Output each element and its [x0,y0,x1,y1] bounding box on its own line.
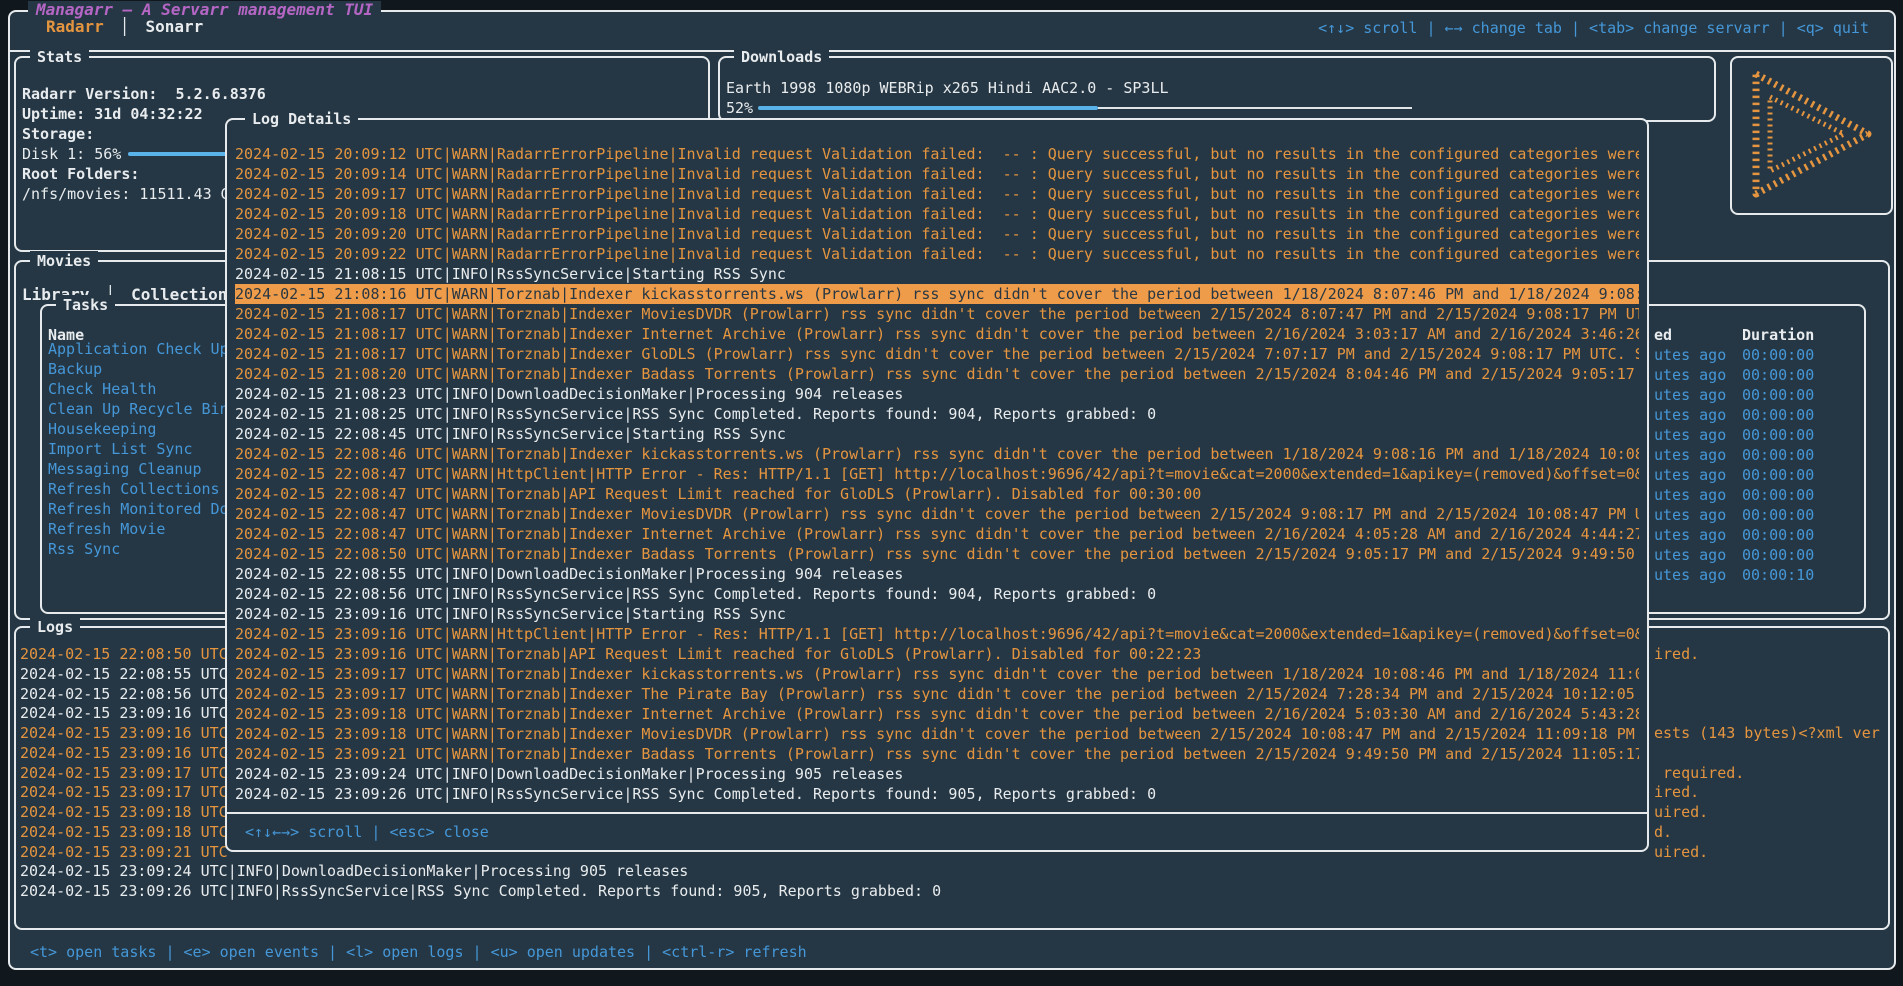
log-right-fragments: ired. ests (143 bytes)<?xml ver required.… [1654,645,1884,862]
task-times-row: utes ago00:00:00 [1654,345,1864,365]
modal-keybindings: <↑↓←→> scroll | <esc> close [245,822,845,842]
log-detail-line[interactable]: 2024-02-15 21:08:16 UTC|WARN|Torznab|Ind… [235,284,1639,304]
log-detail-line[interactable]: 2024-02-15 20:09:17 UTC|WARN|RadarrError… [235,184,1639,204]
tasks-executed-header: ed [1654,325,1714,345]
log-detail-line[interactable]: 2024-02-15 22:08:47 UTC|WARN|Torznab|API… [235,484,1639,504]
tasks-duration-header: Duration [1742,325,1852,345]
log-detail-line[interactable]: 2024-02-15 22:08:47 UTC|WARN|HttpClient|… [235,464,1639,484]
movies-title: Movies [30,251,98,271]
log-detail-line[interactable]: 2024-02-15 23:09:16 UTC|WARN|HttpClient|… [235,624,1639,644]
log-detail-line[interactable]: 2024-02-15 23:09:16 UTC|WARN|Torznab|API… [235,644,1639,664]
log-detail-line[interactable]: 2024-02-15 21:08:20 UTC|WARN|Torznab|Ind… [235,364,1639,384]
log-entry-fragment: uired. [1654,843,1884,863]
task-times-list: utes ago00:00:00utes ago00:00:00utes ago… [1654,345,1864,585]
log-entry-fragment [1654,665,1884,685]
managarr-logo [1746,69,1878,201]
log-detail-line[interactable]: 2024-02-15 21:08:15 UTC|INFO|RssSyncServ… [235,264,1639,284]
log-detail-line[interactable]: 2024-02-15 23:09:21 UTC|WARN|Torznab|Ind… [235,744,1639,764]
log-detail-line[interactable]: 2024-02-15 20:09:14 UTC|WARN|RadarrError… [235,164,1639,184]
log-detail-line[interactable]: 2024-02-15 22:08:47 UTC|WARN|Torznab|Ind… [235,524,1639,544]
tab-separator: │ [120,16,130,38]
log-entry-fragment [1654,744,1884,764]
log-detail-line[interactable]: 2024-02-15 21:08:17 UTC|WARN|Torznab|Ind… [235,324,1639,344]
log-details-title: Log Details [245,109,358,129]
download-progress-rest [1098,107,1412,109]
task-times-row: utes ago00:00:00 [1654,505,1864,525]
titlebar-divider [8,50,1896,52]
modal-footer-divider [227,812,1647,814]
task-times-row: utes ago00:00:00 [1654,385,1864,405]
download-item-name: Earth 1998 1080p WEBRip x265 Hindi AAC2.… [726,78,1686,98]
log-entry-fragment: ired. [1654,783,1884,803]
log-detail-line[interactable]: 2024-02-15 21:08:17 UTC|WARN|Torznab|Ind… [235,304,1639,324]
log-detail-line[interactable]: 2024-02-15 23:09:17 UTC|WARN|Torznab|Ind… [235,664,1639,684]
stats-version: Radarr Version: 5.2.6.8376 [22,84,682,104]
tab-collections[interactable]: Collections [131,284,237,306]
log-detail-line[interactable]: 2024-02-15 23:09:26 UTC|INFO|RssSyncServ… [235,784,1639,804]
task-times-row: utes ago00:00:00 [1654,365,1864,385]
log-entry-fragment: uired. [1654,803,1884,823]
log-detail-line[interactable]: 2024-02-15 23:09:17 UTC|WARN|Torznab|Ind… [235,684,1639,704]
log-detail-line[interactable]: 2024-02-15 23:09:24 UTC|INFO|DownloadDec… [235,764,1639,784]
top-keybindings: <↑↓> scroll | ←→ change tab | <tab> chan… [1318,18,1869,38]
log-details-list[interactable]: 2024-02-15 20:09:12 UTC|WARN|RadarrError… [235,144,1639,804]
log-detail-line[interactable]: 2024-02-15 21:08:23 UTC|INFO|DownloadDec… [235,384,1639,404]
log-detail-line[interactable]: 2024-02-15 20:09:12 UTC|WARN|RadarrError… [235,144,1639,164]
log-detail-line[interactable]: 2024-02-15 22:08:46 UTC|WARN|Torznab|Ind… [235,444,1639,464]
task-times-row: utes ago00:00:00 [1654,485,1864,505]
stats-title: Stats [30,47,89,67]
log-detail-line[interactable]: 2024-02-15 22:08:55 UTC|INFO|DownloadDec… [235,564,1639,584]
log-detail-line[interactable]: 2024-02-15 20:09:20 UTC|WARN|RadarrError… [235,224,1639,244]
log-entry-fragment [1654,685,1884,705]
logo-panel [1730,56,1893,215]
log-detail-line[interactable]: 2024-02-15 23:09:18 UTC|WARN|Torznab|Ind… [235,704,1639,724]
log-entry[interactable]: 2024-02-15 23:09:26 UTC|INFO|RssSyncServ… [20,882,1880,902]
log-entry-fragment [1654,704,1884,724]
task-times-row: utes ago00:00:00 [1654,425,1864,445]
tab-radarr[interactable]: Radarr [46,16,104,38]
downloads-title: Downloads [734,47,829,67]
log-detail-line[interactable]: 2024-02-15 21:08:25 UTC|INFO|RssSyncServ… [235,404,1639,424]
servarr-tabs: Radarr │ Sonarr [46,16,203,38]
task-times-row: utes ago00:00:00 [1654,445,1864,465]
log-entry-fragment: ests (143 bytes)<?xml ver [1654,724,1884,744]
log-entry-fragment: required. [1654,764,1884,784]
task-times-row: utes ago00:00:00 [1654,465,1864,485]
tasks-title: Tasks [56,295,115,315]
log-detail-line[interactable]: 2024-02-15 22:08:45 UTC|INFO|RssSyncServ… [235,424,1639,444]
log-details-modal[interactable]: Log Details 2024-02-15 20:09:12 UTC|WARN… [225,118,1649,852]
log-detail-line[interactable]: 2024-02-15 22:08:50 UTC|WARN|Torznab|Ind… [235,544,1639,564]
log-detail-line[interactable]: 2024-02-15 23:09:16 UTC|INFO|RssSyncServ… [235,604,1639,624]
download-progress-filled [758,106,1098,110]
task-times-row: utes ago00:00:10 [1654,565,1864,585]
log-detail-line[interactable]: 2024-02-15 21:08:17 UTC|WARN|Torznab|Ind… [235,344,1639,364]
task-times-row: utes ago00:00:00 [1654,545,1864,565]
task-times-row: utes ago00:00:00 [1654,405,1864,425]
downloads-panel: Downloads Earth 1998 1080p WEBRip x265 H… [718,56,1716,122]
logs-title: Logs [30,617,80,637]
log-detail-line[interactable]: 2024-02-15 22:08:47 UTC|WARN|Torznab|Ind… [235,504,1639,524]
log-detail-line[interactable]: 2024-02-15 20:09:22 UTC|WARN|RadarrError… [235,244,1639,264]
log-entry[interactable]: 2024-02-15 23:09:24 UTC|INFO|DownloadDec… [20,862,1880,882]
bottom-keybindings: <t> open tasks | <e> open events | <l> o… [30,942,1630,962]
tab-sonarr[interactable]: Sonarr [145,16,203,38]
log-entry-fragment: ired. [1654,645,1884,665]
log-detail-line[interactable]: 2024-02-15 23:09:18 UTC|WARN|Torznab|Ind… [235,724,1639,744]
log-detail-line[interactable]: 2024-02-15 20:09:18 UTC|WARN|RadarrError… [235,204,1639,224]
log-entry-fragment: d. [1654,823,1884,843]
log-detail-line[interactable]: 2024-02-15 22:08:56 UTC|INFO|RssSyncServ… [235,584,1639,604]
task-times-row: utes ago00:00:00 [1654,525,1864,545]
